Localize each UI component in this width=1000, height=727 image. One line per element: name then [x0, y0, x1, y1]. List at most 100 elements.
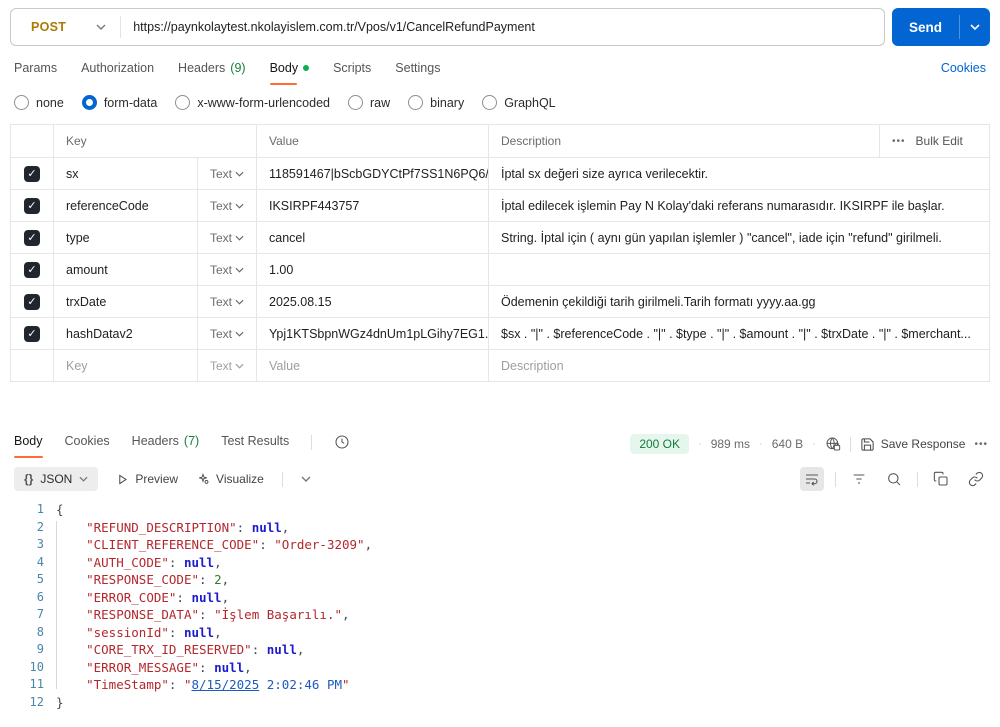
- tab-headers[interactable]: Headers(9): [178, 61, 246, 85]
- checkbox-cell: ✓: [11, 222, 53, 253]
- value-cell[interactable]: cancel: [256, 222, 488, 253]
- key-cell[interactable]: type: [53, 222, 197, 253]
- history-icon[interactable]: [334, 434, 350, 450]
- method-selector[interactable]: POST: [11, 20, 120, 34]
- response-header: BodyCookiesHeaders(7)Test Results 200 OK…: [14, 434, 988, 458]
- description-cell[interactable]: Ödemenin çekildiği tarih girilmeli.Tarih…: [488, 286, 989, 317]
- divider: [835, 472, 836, 487]
- response-body-viewer[interactable]: 1{2 "REFUND_DESCRIPTION": null,3 "CLIENT…: [0, 501, 1000, 715]
- body-mode-binary[interactable]: binary: [408, 95, 464, 110]
- chevron-down-icon[interactable]: [960, 24, 990, 30]
- value-cell[interactable]: Value: [256, 350, 488, 381]
- chevron-down-icon: [235, 331, 244, 337]
- checkbox-cell: ✓: [11, 286, 53, 317]
- type-select[interactable]: Text: [197, 254, 256, 285]
- code-line: 7 "RESPONSE_DATA": "İşlem Başarılı.",: [0, 606, 1000, 624]
- row-checkbox[interactable]: ✓: [24, 294, 40, 310]
- description-cell[interactable]: İptal sx değeri size ayrıca verilecektir…: [488, 158, 989, 189]
- response-tab-body[interactable]: Body: [14, 434, 43, 458]
- save-icon: [860, 437, 875, 452]
- code-text: "RESPONSE_DATA": "İşlem Başarılı.",: [44, 606, 350, 624]
- green-dot-icon: [303, 65, 309, 71]
- key-cell[interactable]: trxDate: [53, 286, 197, 317]
- more-actions-icon[interactable]: •••: [974, 439, 988, 450]
- tab-settings[interactable]: Settings: [395, 61, 440, 85]
- code-text: }: [44, 694, 64, 712]
- tab-params[interactable]: Params: [14, 61, 57, 85]
- body-mode-graphql[interactable]: GraphQL: [482, 95, 555, 110]
- copy-icon[interactable]: [929, 467, 953, 491]
- wrap-text-icon[interactable]: [800, 467, 824, 491]
- description-cell[interactable]: [488, 254, 989, 285]
- mode-label: binary: [430, 96, 464, 110]
- description-cell[interactable]: İptal edilecek işlemin Pay N Kolay'daki …: [488, 190, 989, 221]
- description-cell[interactable]: String. İptal için ( aynı gün yapılan iş…: [488, 222, 989, 253]
- toolbar-left: {} JSON Preview Visualize: [14, 467, 311, 491]
- row-checkbox[interactable]: ✓: [24, 326, 40, 342]
- type-label: Text: [210, 295, 232, 309]
- indent-guide: [56, 521, 57, 689]
- key-cell[interactable]: referenceCode: [53, 190, 197, 221]
- response-tab-test-results[interactable]: Test Results: [221, 434, 289, 458]
- mode-label: none: [36, 96, 64, 110]
- url-input[interactable]: [121, 20, 884, 34]
- value-cell[interactable]: IKSIRPF443757: [256, 190, 488, 221]
- response-tab-list: Body Cookies Headers(7) Test Results: [14, 434, 289, 458]
- send-button[interactable]: Send: [892, 8, 990, 46]
- search-icon[interactable]: [882, 467, 906, 491]
- line-number: 5: [0, 571, 44, 589]
- format-label: JSON: [40, 472, 72, 486]
- type-select[interactable]: Text: [197, 158, 256, 189]
- value-cell[interactable]: Ypj1KTSbpnWGz4dnUm1pLGihy7EG1...: [256, 318, 488, 349]
- code-lines: 1{2 "REFUND_DESCRIPTION": null,3 "CLIENT…: [0, 501, 1000, 711]
- value-cell[interactable]: 2025.08.15: [256, 286, 488, 317]
- dot-separator-icon: ·: [698, 438, 702, 450]
- chevron-down-icon[interactable]: [301, 476, 311, 482]
- row-checkbox[interactable]: ✓: [24, 198, 40, 214]
- table-row: ✓ hashDatav2TextYpj1KTSbpnWGz4dnUm1pLGihy…: [11, 317, 989, 349]
- network-info-icon[interactable]: [825, 436, 841, 452]
- description-cell[interactable]: Description: [488, 350, 989, 381]
- type-label: Text: [210, 199, 232, 213]
- preview-button[interactable]: Preview: [116, 472, 178, 486]
- code-text: "CORE_TRX_ID_RESERVED": null,: [44, 641, 304, 659]
- value-cell[interactable]: 1.00: [256, 254, 488, 285]
- key-cell[interactable]: hashDatav2: [53, 318, 197, 349]
- key-cell[interactable]: amount: [53, 254, 197, 285]
- value-cell[interactable]: 118591467|bScbGDYCtPf7SS1N6PQ6/...: [256, 158, 488, 189]
- body-mode-x-www-form-urlencoded[interactable]: x-www-form-urlencoded: [175, 95, 330, 110]
- row-checkbox[interactable]: ✓: [24, 230, 40, 246]
- description-cell[interactable]: $sx . "|" . $referenceCode . "|" . $type…: [488, 318, 989, 349]
- type-label: Text: [210, 231, 232, 245]
- code-text: "TimeStamp": "8/15/2025 2:02:46 PM": [44, 676, 350, 694]
- type-select[interactable]: Text: [197, 318, 256, 349]
- cookies-link[interactable]: Cookies: [941, 61, 986, 75]
- row-checkbox[interactable]: ✓: [24, 262, 40, 278]
- line-number: 8: [0, 624, 44, 642]
- filter-icon[interactable]: [847, 467, 871, 491]
- type-select[interactable]: Text: [197, 350, 256, 381]
- type-label: Text: [210, 359, 232, 373]
- type-select[interactable]: Text: [197, 286, 256, 317]
- save-response-button[interactable]: Save Response: [860, 437, 966, 452]
- row-checkbox[interactable]: ✓: [24, 166, 40, 182]
- body-mode-raw[interactable]: raw: [348, 95, 390, 110]
- tab-body[interactable]: Body: [270, 61, 310, 85]
- type-select[interactable]: Text: [197, 222, 256, 253]
- bulk-edit-button[interactable]: ••• Bulk Edit: [879, 125, 989, 157]
- type-label: Text: [210, 263, 232, 277]
- body-mode-form-data[interactable]: form-data: [82, 95, 158, 110]
- response-tabs: Body Cookies Headers(7) Test Results: [14, 434, 350, 458]
- body-mode-none[interactable]: none: [14, 95, 64, 110]
- visualize-button[interactable]: Visualize: [196, 472, 264, 486]
- chevron-down-icon: [79, 476, 88, 482]
- format-selector[interactable]: {} JSON: [14, 467, 98, 491]
- link-icon[interactable]: [964, 467, 988, 491]
- key-cell[interactable]: sx: [53, 158, 197, 189]
- key-cell[interactable]: Key: [53, 350, 197, 381]
- response-tab-headers[interactable]: Headers(7): [132, 434, 200, 458]
- response-tab-cookies[interactable]: Cookies: [65, 434, 110, 458]
- type-select[interactable]: Text: [197, 190, 256, 221]
- tab-authorization[interactable]: Authorization: [81, 61, 154, 85]
- tab-scripts[interactable]: Scripts: [333, 61, 371, 85]
